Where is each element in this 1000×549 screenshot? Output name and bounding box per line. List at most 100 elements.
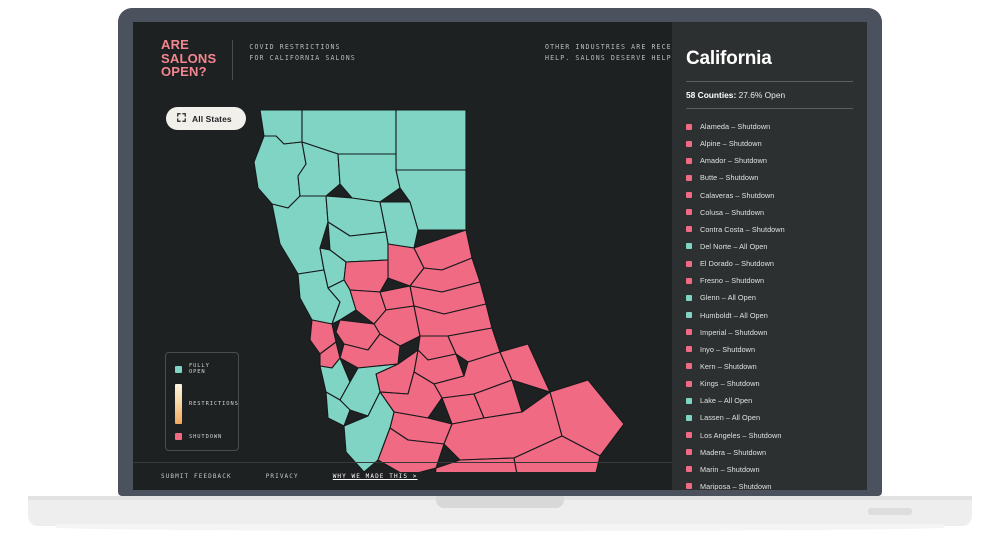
county-label: Inyo – Shutdown <box>700 344 756 354</box>
county-status-dot <box>686 414 692 421</box>
county-status-dot <box>686 483 692 490</box>
county-list-item[interactable]: Lassen – All Open <box>686 413 853 422</box>
legend-gradient-bar <box>175 384 182 424</box>
county-list-item[interactable]: El Dorado – Shutdown <box>686 259 853 268</box>
county-status-dot <box>686 449 692 456</box>
county-list-item[interactable]: Butte – Shutdown <box>686 173 853 182</box>
county-label: Imperial – Shutdown <box>700 327 768 337</box>
county-list-item[interactable]: Fresno – Shutdown <box>686 276 853 285</box>
county-label: El Dorado – Shutdown <box>700 259 775 269</box>
county-list-item[interactable]: Kern – Shutdown <box>686 362 853 371</box>
legend-item-fully-open: FULLY OPEN <box>175 363 229 375</box>
county-label: Los Angeles – Shutdown <box>700 430 782 440</box>
legend-label-restrictions: RESTRICTIONS <box>189 401 239 407</box>
county-list-item[interactable]: Marin – Shutdown <box>686 465 853 474</box>
county-list-item[interactable]: Madera – Shutdown <box>686 448 853 457</box>
legend-label-shutdown: SHUTDOWN <box>189 433 223 440</box>
county-list-item[interactable]: Mariposa – Shutdown <box>686 482 853 490</box>
county-list-item[interactable]: Colusa – Shutdown <box>686 208 853 217</box>
county-list-item[interactable]: Del Norte – All Open <box>686 242 853 251</box>
all-states-label: All States <box>192 113 232 124</box>
county-status-dot <box>686 174 692 181</box>
sidebar-divider-bottom <box>686 108 853 109</box>
county-mendocino[interactable] <box>271 195 329 275</box>
county-label: Mariposa – Shutdown <box>700 481 772 490</box>
county-label: Marin – Shutdown <box>700 464 760 474</box>
county-list-item[interactable]: Amador – Shutdown <box>686 156 853 165</box>
county-list-item[interactable]: Lake – All Open <box>686 396 853 405</box>
expand-icon <box>177 113 186 124</box>
county-label: Calaveras – Shutdown <box>700 190 775 200</box>
county-label: Contra Costa – Shutdown <box>700 224 785 234</box>
county-list-item[interactable]: Contra Costa – Shutdown <box>686 225 853 234</box>
county-status-dot <box>686 192 692 199</box>
county-status-dot <box>686 157 692 164</box>
app-footer: SUBMIT FEEDBACK PRIVACY WHY WE MADE THIS… <box>133 462 672 490</box>
footer-link-why-we-made-this[interactable]: WHY WE MADE THIS > <box>333 473 418 480</box>
county-list-item[interactable]: Calaveras – Shutdown <box>686 191 853 200</box>
county-list-item[interactable]: Imperial – Shutdown <box>686 328 853 337</box>
county-label: Kings – Shutdown <box>700 379 760 389</box>
county-status-dot <box>686 277 692 284</box>
county-status-dot <box>686 380 692 387</box>
laptop-trackpad-notch <box>436 496 564 508</box>
app-main-panel: ARE SALONS OPEN? COVID RESTRICTIONS FOR … <box>133 22 696 490</box>
county-label: Madera – Shutdown <box>700 447 767 457</box>
county-label: Alpine – Shutdown <box>700 139 762 149</box>
county-colusa[interactable] <box>343 259 389 293</box>
state-detail-sidebar[interactable]: California 58 Counties: 27.6% Open Alame… <box>672 22 867 490</box>
legend-label-open: FULLY OPEN <box>189 363 210 375</box>
legend-swatch-shutdown <box>175 433 182 440</box>
app-screen: ARE SALONS OPEN? COVID RESTRICTIONS FOR … <box>133 22 867 490</box>
county-label: Lake – All Open <box>700 396 753 406</box>
state-county-count: 58 Counties: <box>686 90 737 100</box>
county-status-dot <box>686 329 692 336</box>
laptop-foot <box>56 524 944 531</box>
county-status-dot <box>686 432 692 439</box>
county-label: Fresno – Shutdown <box>700 276 765 286</box>
laptop-base-marker <box>868 508 912 515</box>
county-status-dot <box>686 140 692 147</box>
footer-link-privacy[interactable]: PRIVACY <box>266 473 299 480</box>
county-label: Butte – Shutdown <box>700 173 759 183</box>
county-status-dot <box>686 397 692 404</box>
brand-title: ARE SALONS OPEN? <box>161 37 217 79</box>
county-list-item[interactable]: Alameda – Shutdown <box>686 122 853 131</box>
header-divider <box>232 40 234 80</box>
county-modoc[interactable] <box>395 109 467 171</box>
state-open-percent: 27.6% Open <box>736 90 786 100</box>
county-list-item[interactable]: Inyo – Shutdown <box>686 345 853 354</box>
county-status-dot <box>686 226 692 233</box>
county-list-item[interactable]: Kings – Shutdown <box>686 379 853 388</box>
county-status-dot <box>686 243 692 250</box>
county-list-item[interactable]: Alpine – Shutdown <box>686 139 853 148</box>
county-status-dot <box>686 346 692 353</box>
county-status-dot <box>686 466 692 473</box>
county-list[interactable]: Alameda – Shutdown Alpine – Shutdown Amado… <box>686 122 853 490</box>
map-legend: FULLY OPEN RESTRICTIONS SHUTDOWN <box>165 352 239 451</box>
county-label: Glenn – All Open <box>700 293 756 303</box>
county-list-item[interactable]: Humboldt – All Open <box>686 311 853 320</box>
county-label: Alameda – Shutdown <box>700 122 771 131</box>
county-shasta[interactable] <box>337 153 401 203</box>
county-label: Kern – Shutdown <box>700 361 757 371</box>
screenshot-stage: ARE SALONS OPEN? COVID RESTRICTIONS FOR … <box>0 0 1000 549</box>
legend-swatch-open <box>175 365 182 373</box>
county-status-dot <box>686 312 692 319</box>
county-list-item[interactable]: Los Angeles – Shutdown <box>686 431 853 440</box>
county-status-dot <box>686 363 692 370</box>
legend-item-restrictions: RESTRICTIONS <box>175 384 238 424</box>
legend-item-shutdown: SHUTDOWN <box>175 433 229 440</box>
county-label: Lassen – All Open <box>700 413 761 423</box>
county-label: Colusa – Shutdown <box>700 207 765 217</box>
california-map-svg[interactable] <box>228 92 628 472</box>
footer-link-submit-feedback[interactable]: SUBMIT FEEDBACK <box>161 473 232 480</box>
county-status-dot <box>686 260 692 267</box>
header-tagline: COVID RESTRICTIONS FOR CALIFORNIA SALONS <box>249 43 356 62</box>
county-status-dot <box>686 123 692 130</box>
county-label: Amador – Shutdown <box>700 156 767 166</box>
county-list-item[interactable]: Glenn – All Open <box>686 293 853 302</box>
california-map[interactable] <box>228 92 628 472</box>
state-title: California <box>686 48 772 69</box>
county-label: Humboldt – All Open <box>700 310 768 320</box>
